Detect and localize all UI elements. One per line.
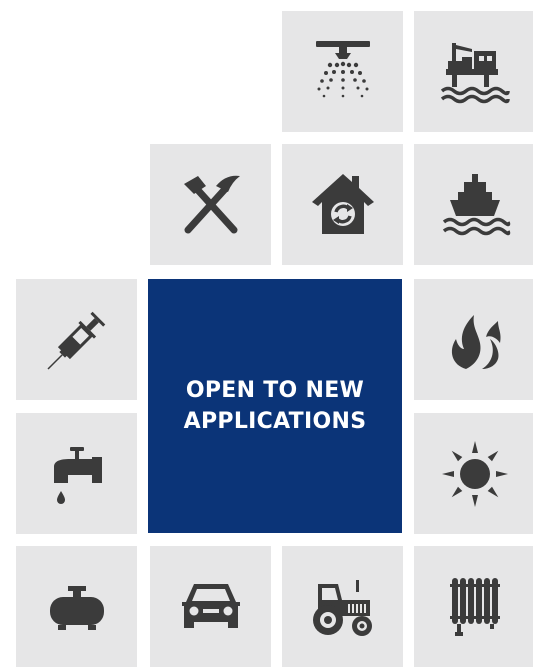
tractor-icon (312, 579, 372, 636)
center-line-1: OPEN TO NEW (185, 378, 365, 403)
mining-icon (183, 175, 240, 233)
radiator-icon (449, 577, 500, 636)
tile-car (150, 546, 271, 667)
sun-icon (441, 440, 508, 507)
flame-icon (451, 314, 501, 369)
car-icon (181, 583, 240, 628)
center-line-2: APPLICATIONS (183, 409, 367, 434)
tank-icon (49, 585, 104, 630)
tile-mining (150, 144, 271, 265)
tile-offshore-platform (414, 11, 533, 132)
sprinkler-icon (315, 40, 370, 97)
tile-faucet (16, 413, 137, 534)
tile-ship (414, 144, 533, 265)
tile-flame (414, 279, 533, 400)
faucet-icon (53, 446, 102, 504)
tile-tractor (282, 546, 403, 667)
open-to-new-applications-tile: OPEN TO NEW APPLICATIONS (148, 279, 402, 533)
tile-home-recycle (282, 144, 403, 265)
offshore-platform-icon (440, 42, 510, 103)
open-to-new-applications-label: OPEN TO NEW APPLICATIONS (184, 375, 367, 437)
tile-sprinkler (282, 11, 403, 132)
syringe-icon (46, 311, 105, 370)
home-recycle-icon (311, 173, 374, 234)
ship-icon (442, 173, 510, 235)
tile-sun (414, 413, 533, 534)
tile-tank (16, 546, 137, 667)
tile-radiator (414, 546, 533, 667)
tile-syringe (16, 279, 137, 400)
